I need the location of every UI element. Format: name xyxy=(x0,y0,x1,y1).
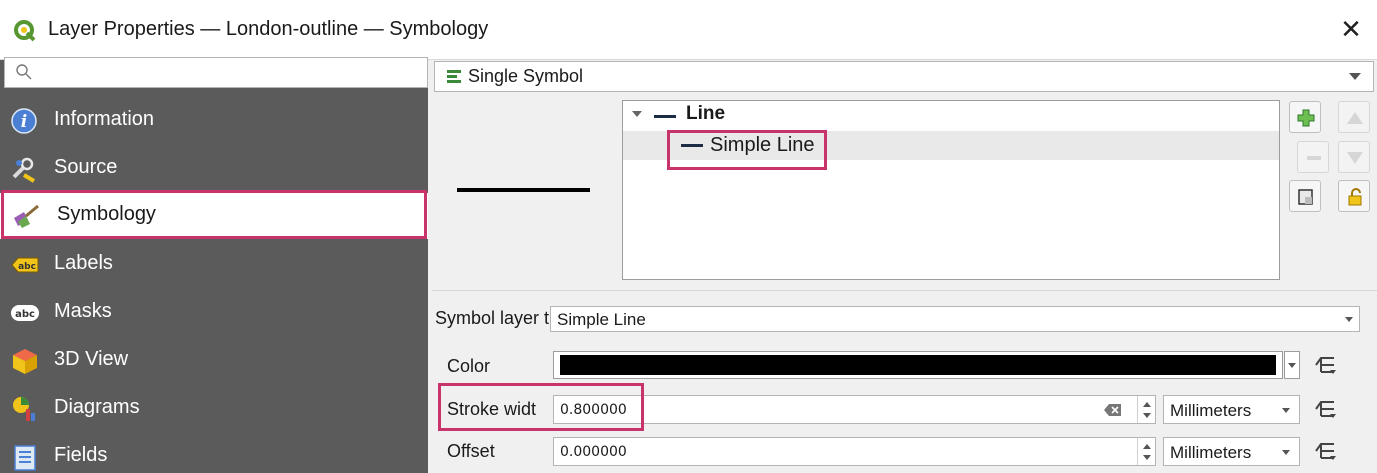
sidebar-item-label: Masks xyxy=(54,300,112,322)
stepper-up-icon xyxy=(1143,444,1151,449)
divider xyxy=(432,290,1377,291)
renderer-label: Single Symbol xyxy=(468,66,584,86)
svg-text:abc: abc xyxy=(15,309,35,320)
sidebar-item-label: 3D View xyxy=(54,348,129,370)
3d-view-icon xyxy=(13,349,37,374)
svg-text:i: i xyxy=(21,112,27,132)
lock-icon xyxy=(1348,188,1362,206)
source-icon xyxy=(12,157,36,183)
sidebar-item-label: Fields xyxy=(54,444,108,466)
expand-arrow-icon[interactable] xyxy=(632,111,642,117)
fields-icon xyxy=(14,445,36,471)
chevron-down-icon xyxy=(1288,363,1296,368)
duplicate-icon xyxy=(1298,189,1313,205)
offset-value: 0.000000 xyxy=(560,444,627,460)
offset-label: Offset xyxy=(447,441,495,461)
symbology-highlight xyxy=(1,190,427,239)
masks-icon: abc xyxy=(11,305,39,321)
line-symbol-icon xyxy=(654,115,676,118)
sidebar-item-source[interactable]: Source xyxy=(0,146,428,192)
sidebar-item-label: Source xyxy=(54,156,118,178)
color-label: Color xyxy=(447,356,491,376)
add-symbol-layer-button[interactable] xyxy=(1289,101,1321,133)
single-symbol-icon xyxy=(447,70,461,83)
sidebar-item-masks[interactable]: abc Masks xyxy=(0,290,428,336)
sidebar-item-fields[interactable]: Fields xyxy=(0,434,428,473)
close-icon[interactable]: ✕ xyxy=(1336,14,1366,44)
symbol-preview xyxy=(457,188,590,192)
stroke-width-unit-select[interactable]: Millimeters xyxy=(1163,395,1300,424)
sidebar-item-label: Labels xyxy=(54,252,113,274)
data-defined-override-icon[interactable] xyxy=(1312,439,1338,463)
chevron-down-icon xyxy=(1282,450,1290,455)
offset-unit-select[interactable]: Millimeters xyxy=(1163,437,1300,466)
offset-stepper[interactable] xyxy=(1137,438,1155,465)
search-input[interactable] xyxy=(4,57,428,88)
triangle-up-icon xyxy=(1347,112,1363,124)
data-defined-override-icon[interactable] xyxy=(1312,397,1338,421)
offset-unit-value: Millimeters xyxy=(1170,443,1252,462)
remove-symbol-layer-button[interactable] xyxy=(1297,141,1329,173)
move-up-button[interactable] xyxy=(1338,101,1370,133)
stepper-down-icon xyxy=(1143,455,1151,460)
sidebar-item-label: Diagrams xyxy=(54,396,140,418)
title-bar: Layer Properties — London-outline — Symb… xyxy=(0,0,1377,60)
stepper-up-icon xyxy=(1143,402,1151,407)
duplicate-symbol-layer-button[interactable] xyxy=(1289,180,1321,212)
stroke-width-stepper[interactable] xyxy=(1137,396,1155,423)
information-icon: i xyxy=(11,108,37,134)
sidebar-item-3d-view[interactable]: 3D View xyxy=(0,338,428,384)
symbol-layer-type-select[interactable]: Simple Line xyxy=(550,306,1360,332)
symbol-layer-type-value: Simple Line xyxy=(557,310,646,329)
data-defined-override-icon[interactable] xyxy=(1312,353,1338,377)
clear-icon[interactable] xyxy=(1104,403,1122,417)
chevron-down-icon xyxy=(1282,408,1290,413)
chevron-down-icon xyxy=(1345,317,1353,322)
symbol-layer-type-label: Symbol layer t xyxy=(435,308,549,328)
color-button[interactable] xyxy=(553,351,1283,379)
sidebar-item-information[interactable]: i Information xyxy=(0,98,428,144)
renderer-select[interactable]: Single Symbol xyxy=(434,61,1374,92)
stroke-width-highlight xyxy=(438,383,644,431)
svg-text:abc: abc xyxy=(18,262,36,272)
labels-icon: abc xyxy=(11,257,39,273)
sidebar-item-labels[interactable]: abc Labels xyxy=(0,242,428,288)
window-title: Layer Properties — London-outline — Symb… xyxy=(48,18,489,40)
sidebar-item-diagrams[interactable]: Diagrams xyxy=(0,386,428,432)
diagrams-icon xyxy=(13,397,35,421)
sidebar-item-label: Information xyxy=(54,108,155,130)
lock-button[interactable] xyxy=(1338,180,1370,212)
stepper-down-icon xyxy=(1143,413,1151,418)
tree-item-line[interactable]: Line xyxy=(686,103,725,125)
simple-line-highlight xyxy=(667,130,827,170)
search-icon xyxy=(16,64,32,80)
color-dropdown-button[interactable] xyxy=(1284,351,1300,379)
plus-icon xyxy=(1297,109,1315,127)
minus-icon xyxy=(1307,156,1321,160)
offset-input[interactable]: 0.000000 xyxy=(553,437,1156,466)
color-swatch xyxy=(560,355,1276,375)
symbol-layer-tree[interactable] xyxy=(622,100,1280,280)
stroke-width-unit-value: Millimeters xyxy=(1170,401,1252,420)
qgis-logo-icon xyxy=(14,20,36,42)
move-down-button[interactable] xyxy=(1338,141,1370,173)
triangle-down-icon xyxy=(1347,152,1363,164)
chevron-down-icon xyxy=(1349,73,1361,80)
